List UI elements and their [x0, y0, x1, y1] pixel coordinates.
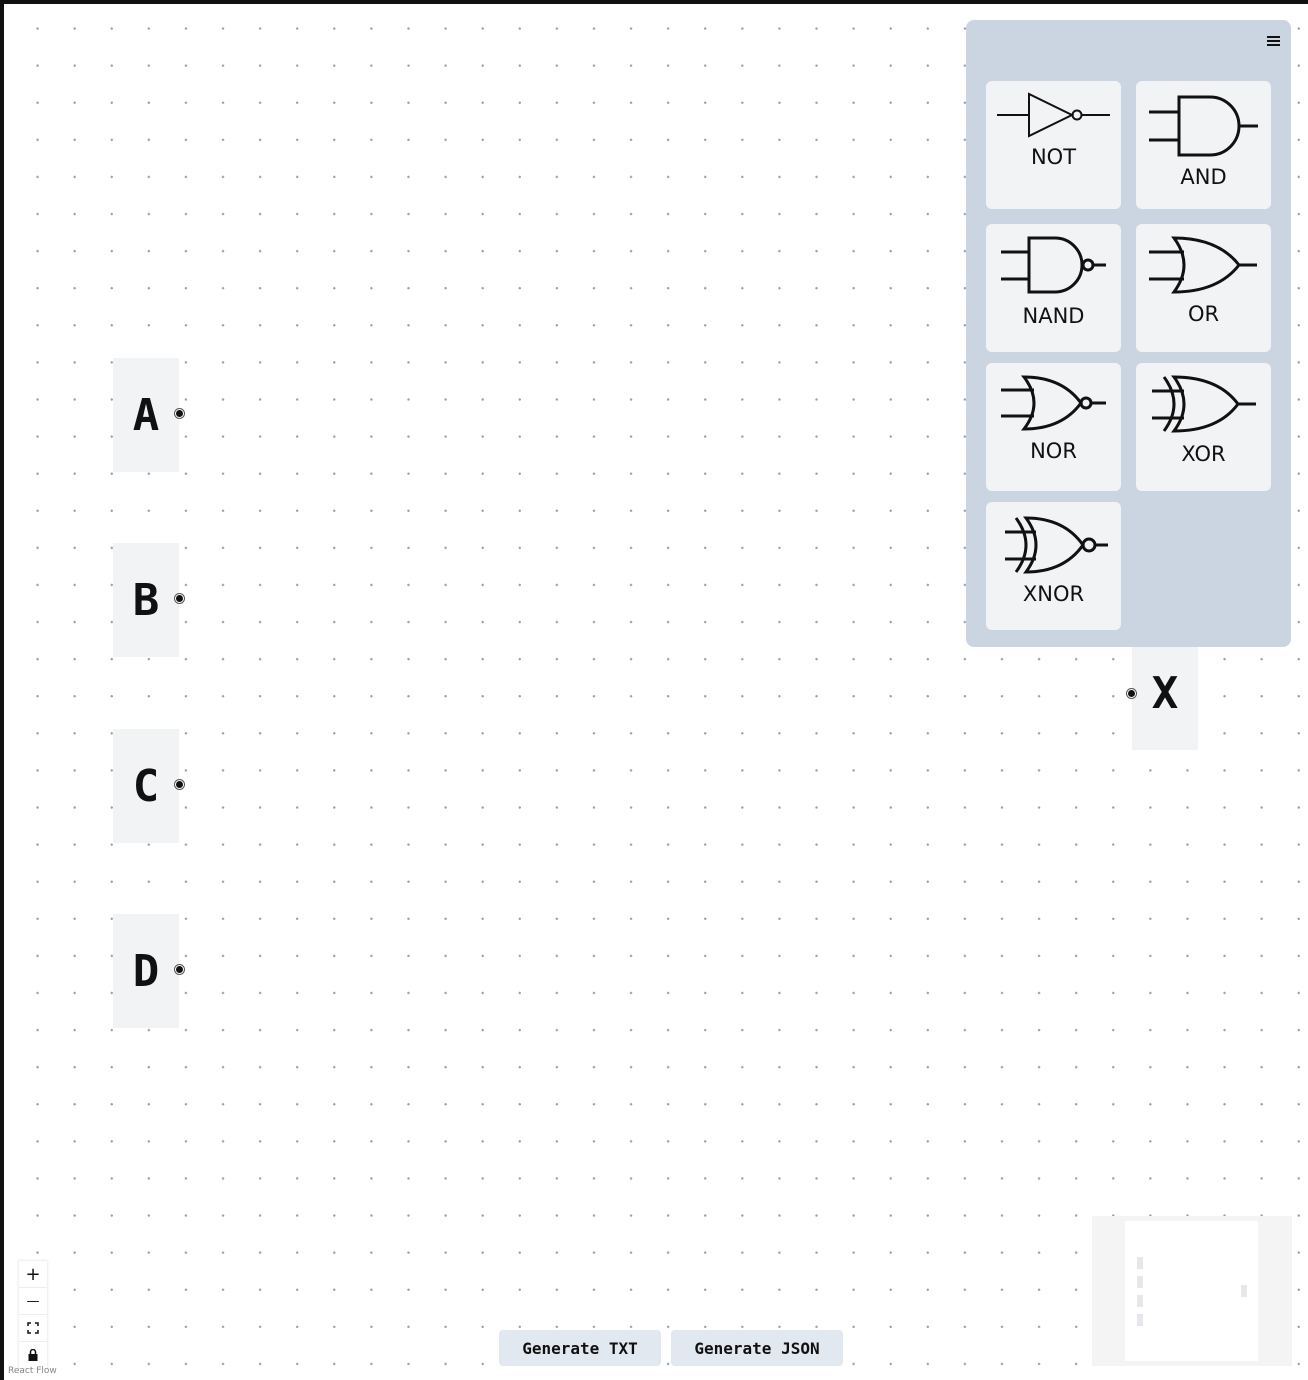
flow-canvas[interactable]: A B C D X NOT AND NAND OR NOR XOR XNOR +… — [4, 4, 1308, 1380]
flow-controls: + — — [19, 1261, 47, 1368]
zoom-in-button[interactable]: + — [19, 1261, 47, 1288]
gate-label: XNOR — [1022, 582, 1085, 606]
nand-gate-icon — [1001, 236, 1106, 294]
zoom-out-button[interactable]: — — [19, 1288, 47, 1315]
gate-palette: NOT AND NAND OR NOR XOR XNOR — [966, 20, 1291, 647]
and-gate-icon — [1149, 95, 1258, 157]
xor-gate-icon — [1152, 375, 1256, 433]
gate-label: OR — [1187, 302, 1220, 326]
input-node-label: B — [132, 574, 160, 626]
or-gate-icon — [1149, 236, 1257, 294]
input-node-label: C — [132, 760, 160, 812]
gate-card-nand[interactable]: NAND — [986, 224, 1121, 352]
fit-view-button[interactable] — [19, 1315, 47, 1342]
minimap-node — [1137, 1257, 1143, 1269]
gate-card-or[interactable]: OR — [1136, 224, 1271, 352]
nor-gate-icon — [1001, 375, 1106, 431]
gate-label: NOR — [1030, 439, 1077, 463]
input-node-b[interactable]: B — [113, 543, 179, 657]
plus-icon: + — [25, 1263, 41, 1285]
gate-card-and[interactable]: AND — [1136, 81, 1271, 209]
lock-button[interactable] — [19, 1342, 47, 1368]
minimap-node — [1137, 1314, 1143, 1326]
gate-label: NAND — [1022, 304, 1085, 328]
input-node-b-source-handle[interactable] — [175, 594, 184, 603]
input-node-d-source-handle[interactable] — [175, 965, 184, 974]
generate-txt-button[interactable]: Generate TXT — [499, 1330, 661, 1366]
output-node-label: X — [1151, 667, 1179, 719]
gate-card-xnor[interactable]: XNOR — [986, 502, 1121, 630]
minimap-node — [1241, 1285, 1247, 1297]
hamburger-menu-icon[interactable] — [1267, 36, 1280, 47]
input-node-c-source-handle[interactable] — [175, 780, 184, 789]
generate-json-button[interactable]: Generate JSON — [671, 1330, 843, 1366]
gate-card-not[interactable]: NOT — [986, 81, 1121, 209]
fit-view-icon — [27, 1322, 39, 1334]
minimap-viewport — [1125, 1221, 1258, 1361]
gate-card-nor[interactable]: NOR — [986, 363, 1121, 491]
minimap-node — [1137, 1295, 1143, 1307]
minimap[interactable] — [1092, 1216, 1292, 1366]
gate-label: NOT — [1030, 145, 1077, 169]
gate-label: XOR — [1181, 442, 1226, 466]
input-node-d[interactable]: D — [113, 914, 179, 1028]
output-node-x[interactable]: X — [1132, 636, 1198, 750]
gate-label: AND — [1180, 165, 1227, 189]
output-node-x-target-handle[interactable] — [1127, 689, 1136, 698]
xnor-gate-icon — [1005, 516, 1108, 574]
input-node-a[interactable]: A — [113, 358, 179, 472]
minus-icon: — — [26, 1293, 40, 1309]
minimap-node — [1137, 1276, 1143, 1288]
gate-card-xor[interactable]: XOR — [1136, 363, 1271, 491]
react-flow-attribution[interactable]: React Flow — [8, 1366, 57, 1376]
input-node-label: A — [132, 389, 160, 441]
input-node-a-source-handle[interactable] — [175, 409, 184, 418]
input-node-label: D — [132, 945, 160, 997]
lock-icon — [28, 1349, 38, 1361]
input-node-c[interactable]: C — [113, 729, 179, 843]
